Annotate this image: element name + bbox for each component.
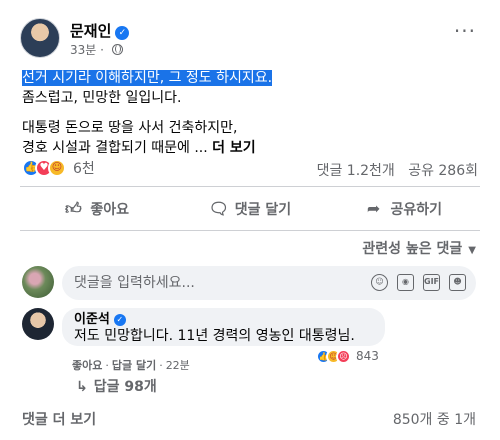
- comment-input-box: ☺ ◉ GIF ☻: [62, 266, 476, 300]
- comments-pagination-count: 850개 중 1개: [392, 412, 476, 428]
- speech-bubble-icon: 🗨︎: [208, 199, 230, 218]
- share-arrow-icon: ➦: [366, 199, 381, 218]
- verified-badge-icon: ✓: [113, 314, 126, 326]
- author-avatar[interactable]: [20, 18, 60, 58]
- author-name-row: 문재인 ✓: [70, 20, 130, 41]
- sort-label: 관련성 높은 댓글: [362, 241, 463, 257]
- divider: [20, 186, 480, 187]
- emoji-icon[interactable]: ☺: [371, 274, 388, 291]
- verified-badge-icon: ✓: [115, 26, 130, 40]
- comment-reply-link[interactable]: 답글 달기: [112, 359, 156, 372]
- comment-tools: ☺ ◉ GIF ☻: [371, 274, 466, 291]
- caret-down-icon: ▼: [468, 245, 476, 256]
- sticker-icon[interactable]: ☻: [449, 274, 466, 291]
- view-more-comments-link[interactable]: 댓글 더 보기: [22, 409, 96, 429]
- view-replies-link[interactable]: ↳ 답글 98개: [76, 376, 157, 396]
- comment-label: 댓글 달기: [234, 202, 292, 218]
- thumbs-up-icon: 👍︎: [64, 199, 82, 218]
- commenter-name[interactable]: 이준석: [74, 312, 110, 327]
- reaction-summary[interactable]: 👍 ♥ ☺ 6천: [22, 158, 95, 178]
- comment-text: 저도 민망합니다. 11년 경력의 영농인 대통령님.: [74, 328, 355, 344]
- post-line: 대통령 돈으로 땅을 사서 건축하지만,: [22, 120, 238, 136]
- reply-arrow-icon: ↳: [76, 379, 88, 395]
- share-button[interactable]: ➦ 공유하기: [327, 192, 480, 226]
- comment-reaction-count: 843: [356, 349, 379, 363]
- post-meta: 33분 ·: [70, 41, 123, 58]
- share-label: 공유하기: [390, 202, 443, 218]
- comment-actions: 좋아요 · 답글 달기 · 22분: [72, 359, 190, 372]
- commenter-avatar[interactable]: [22, 308, 54, 340]
- post-body: 선거 시기라 이해하지만, 그 정도 하시지요. 좀스럽고, 민망한 일입니다.…: [22, 68, 482, 158]
- current-user-avatar[interactable]: [22, 266, 54, 298]
- comment-time[interactable]: 22분: [166, 359, 190, 372]
- comment-sort-dropdown[interactable]: 관련성 높은 댓글 ▼: [362, 238, 476, 258]
- comment-button[interactable]: 🗨︎ 댓글 달기: [173, 192, 326, 226]
- comment-bubble: 이준석 ✓ 저도 민망합니다. 11년 경력의 영농인 대통령님.: [62, 308, 385, 346]
- like-label: 좋아요: [90, 202, 129, 218]
- post-actions: 👍︎ 좋아요 🗨︎ 댓글 달기 ➦ 공유하기: [20, 192, 480, 226]
- shares-count-link[interactable]: 공유 286회: [408, 163, 478, 179]
- globe-icon: [111, 44, 123, 55]
- facebook-post-card: 문재인 ✓ 33분 · ··· 선거 시기라 이해하지만, 그 정도 하시지요. …: [0, 0, 500, 440]
- highlighted-text: 선거 시기라 이해하지만, 그 정도 하시지요.: [22, 70, 273, 86]
- author-name[interactable]: 문재인: [70, 22, 111, 40]
- post-line: 좀스럽고, 민망한 일입니다.: [22, 90, 182, 106]
- replies-label: 답글 98개: [93, 379, 157, 395]
- comment-reactions[interactable]: 👍 ☺ ☹ 843: [314, 347, 381, 365]
- engagement-counts: 댓글 1.2천개 공유 286회: [317, 160, 478, 180]
- care-icon: ☺: [48, 159, 66, 177]
- comment-like-link[interactable]: 좋아요: [72, 359, 102, 372]
- commenter-name-row: 이준석 ✓: [74, 313, 373, 327]
- camera-icon[interactable]: ◉: [397, 274, 414, 291]
- see-more-link[interactable]: 더 보기: [212, 140, 256, 156]
- more-options-icon[interactable]: ···: [454, 21, 476, 41]
- comment-input[interactable]: [74, 266, 304, 300]
- angry-icon: ☹: [336, 348, 351, 364]
- like-button[interactable]: 👍︎ 좋아요: [20, 192, 173, 226]
- post-header: 문재인 ✓ 33분 · ···: [20, 18, 480, 62]
- reaction-count: 6천: [73, 161, 95, 177]
- comments-count-link[interactable]: 댓글 1.2천개: [317, 163, 395, 179]
- divider: [20, 230, 480, 231]
- post-line-last: 경호 시설과 결합되기 때문에 ... 더 보기: [22, 140, 256, 156]
- post-time[interactable]: 33분: [70, 43, 96, 57]
- gif-icon[interactable]: GIF: [423, 274, 440, 291]
